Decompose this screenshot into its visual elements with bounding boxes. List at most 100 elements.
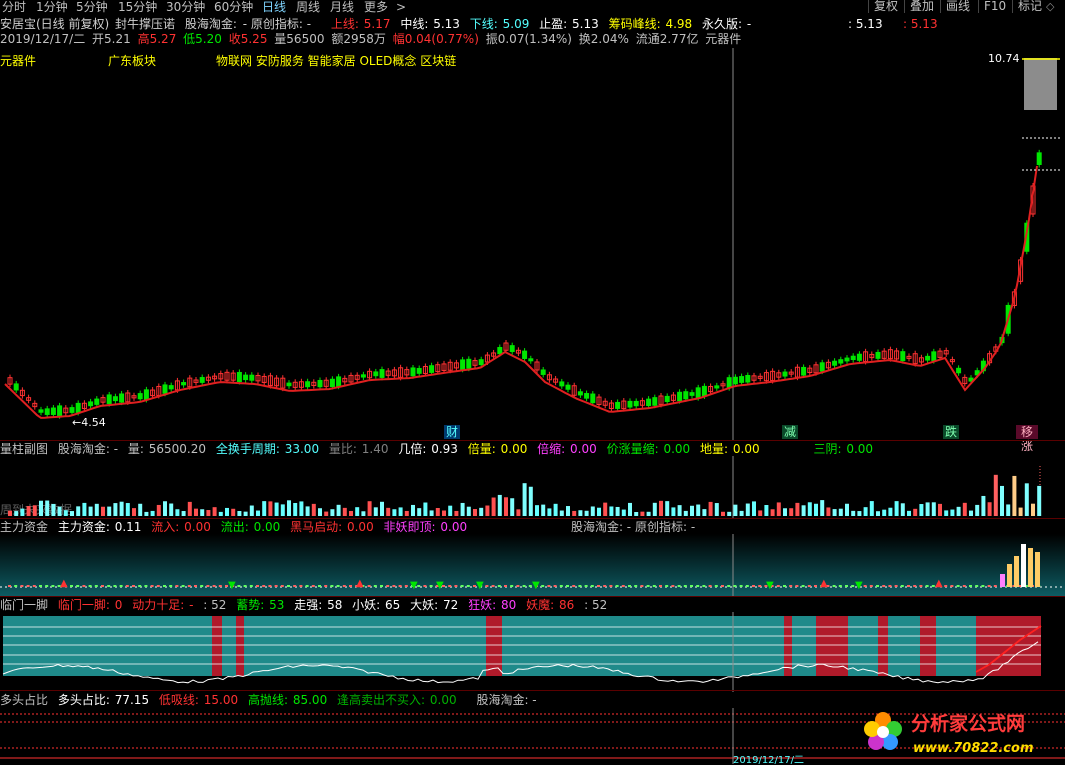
volume-bar [702,509,707,516]
capital-dot [882,585,886,587]
volume-bar [516,509,521,516]
big-demon-label: 大妖: [410,598,439,612]
volume-bar [950,509,955,516]
candle-body [329,378,335,388]
candle-body [627,400,633,408]
volume-panel-name[interactable]: 量柱副图 [0,442,48,456]
period-tab-day[interactable]: 日线 [262,0,286,14]
panel-divider-2 [0,518,1065,519]
candle-body [522,350,528,359]
strong-label: 走强: [294,598,323,612]
volume-bar [572,510,577,516]
volume-bar [175,509,180,516]
candle-body [875,351,881,359]
candle-body [360,374,366,378]
volume-bar [752,501,756,516]
capital-dot [194,585,197,587]
capital-dot [721,585,724,587]
door-chart[interactable] [0,612,1065,692]
volume-bar [485,505,490,516]
candle-body [94,398,100,405]
period-tab-1min[interactable]: 1分钟 [36,0,68,14]
volume-bar [1031,503,1035,516]
period-tab-15min[interactable]: 15分钟 [118,0,157,14]
volume-bar [807,502,812,516]
bull-panel-name[interactable]: 多头占比 [0,693,48,707]
volume-bar [119,501,124,516]
capital-dot [218,585,222,587]
draw-line-button[interactable]: 画线 [940,0,975,13]
period-tab-month[interactable]: 月线 [330,0,354,14]
panel-divider-4 [0,690,1065,691]
candle-body [677,391,683,402]
capital-dot [398,585,402,587]
candle-body [168,385,174,390]
door-main-value: 0 [114,598,123,612]
period-tab-week[interactable]: 周线 [296,0,320,14]
period-tab-60min[interactable]: 60分钟 [214,0,253,14]
period-tab-fenshi[interactable]: 分时 [2,0,26,14]
volume-bar [299,501,304,516]
kline-chart[interactable]: 10.74 ←4.54 [0,40,1065,440]
candle-body [745,375,751,383]
event-label-zhang[interactable]: 移涨 [1016,425,1038,453]
capital-marker-icon: ▼ [410,580,418,591]
ratio-value: 1.40 [361,442,389,456]
candle-body [460,359,466,370]
candle-body [528,358,534,362]
capital-dot [969,585,972,587]
capital-panel-name[interactable]: 主力资金 [0,520,48,534]
capital-dot [851,585,855,587]
event-label-jian[interactable]: 减 [782,425,798,439]
volume-bar [274,502,279,516]
high-price-box [1024,58,1057,110]
indicator-name[interactable]: 封牛撑压诺 [115,17,175,31]
overlay-button[interactable]: 叠加 [904,0,939,13]
candle-body [429,365,435,373]
volume-bar [367,501,372,516]
volume-bar [187,501,192,516]
f10-button[interactable]: F10 [978,0,1011,13]
capital-dot [45,585,49,587]
capital-custom: 股海淘金: - 原创指标: - [570,520,696,534]
period-tab-30min[interactable]: 30分钟 [166,0,205,14]
volume-bar [342,507,347,516]
volume-bar [975,504,980,516]
volume-bar [1018,507,1023,516]
capital-dot [727,585,731,587]
more-arrow-icon[interactable]: > [396,0,406,14]
capital-dot [671,585,675,587]
cycle-value: 33.00 [284,442,320,456]
event-label-cai[interactable]: 财 [444,425,460,439]
volume-bar [566,506,570,516]
event-label-die[interactable]: 跌 [943,425,959,439]
shrink-value: 0.00 [570,442,597,456]
candle-body [50,407,56,415]
capital-dot [156,585,160,587]
capital-marker-icon: ▲ [820,578,828,589]
candle-body [336,376,342,387]
capital-dot [745,585,749,587]
volume-bar [497,494,502,516]
low-buy-value: 15.00 [203,693,239,707]
capital-chart[interactable]: ▲ ▼ ▲ ▼ ▼ ▼ ▼ ▼ ▲ ▼ ▲ [0,534,1065,596]
volume-bar [1000,485,1004,516]
door-red-block [486,616,502,676]
candle-body [683,391,689,400]
capital-dot [510,585,514,587]
mark-button[interactable]: 标记 [1012,0,1047,13]
capital-dot [268,585,272,587]
period-tab-5min[interactable]: 5分钟 [76,0,108,14]
fuquan-button[interactable]: 复权 [868,0,903,13]
door-panel-name[interactable]: 临门一脚 [0,598,48,612]
right-value-2: : 5.13 [903,17,938,31]
capital-in-value: 0.00 [184,520,211,534]
period-tab-more[interactable]: 更多 [364,0,388,14]
volume-chart[interactable]: 周到未来数据 [0,456,1065,518]
volume-bar [305,506,310,516]
diamond-icon[interactable]: ◇ [1046,0,1054,13]
volume-bar [256,510,260,516]
candle-body [819,362,825,372]
three-yin-label: 三阴: [813,442,842,456]
small-demon-label: 小妖: [352,598,381,612]
